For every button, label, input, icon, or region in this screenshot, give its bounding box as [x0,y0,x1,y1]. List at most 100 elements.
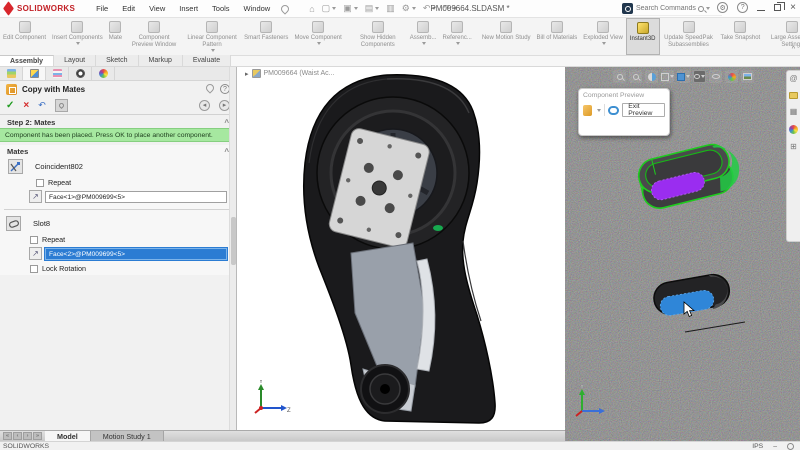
ok-button[interactable]: ✓ [6,100,14,111]
face-pick-icon[interactable]: ↗ [29,247,42,260]
move-with-triad-icon[interactable] [583,104,593,116]
face-pick-icon[interactable]: ↗ [29,190,42,203]
tab-markup[interactable]: Markup [138,55,183,66]
tab-configuration-manager[interactable] [46,67,69,80]
ribbon-reference-geometry[interactable]: Referenc... [439,18,474,55]
shaded-view-icon[interactable] [677,70,690,83]
tab-property-manager[interactable] [23,67,46,80]
tab-sketch[interactable]: Sketch [96,55,139,66]
preview-slot-component[interactable] [623,141,753,226]
undo-button[interactable]: ↶ [38,100,46,111]
minimize-button[interactable] [757,10,766,11]
edit-appearance-icon[interactable] [725,70,738,83]
scrollbar-thumb[interactable] [231,217,236,265]
tab-assembly[interactable]: Assembly [0,55,55,66]
ribbon-component-preview-window[interactable]: Component Preview Window [125,18,183,55]
new-document-icon[interactable]: ▢ [320,3,339,14]
ribbon-smart-fasteners[interactable]: Smart Fasteners [241,18,291,55]
mate-item-slot[interactable]: Slot8 [0,214,236,233]
exit-preview-button[interactable]: Exit Preview [622,103,665,117]
cad-model[interactable] [267,71,565,427]
slot-preview-icon[interactable] [607,105,620,115]
last-tab-icon[interactable]: » [33,432,42,440]
chevron-down-icon[interactable] [597,108,602,112]
file-explorer-icon[interactable]: ▦ [790,108,798,116]
next-tab-icon[interactable]: › [23,432,32,440]
menu-view[interactable]: View [142,2,172,15]
ribbon-assembly-features[interactable]: Assemb... [407,18,440,55]
face-selection-field-selected[interactable]: Face<2>@PM009699<5> [44,246,228,261]
tab-motion-study-1[interactable]: Motion Study 1 [90,431,164,441]
ribbon-instant3d[interactable]: Instant3D [625,18,660,55]
first-tab-icon[interactable]: « [3,432,12,440]
ribbon-linear-component-pattern[interactable]: Linear Component Pattern [183,18,241,55]
keep-visible-pin-icon[interactable] [204,82,216,94]
menu-insert[interactable]: Insert [172,2,205,15]
expand-icon[interactable]: ▸ [245,70,249,78]
property-manager-icon [29,69,39,78]
step-section-header[interactable]: Step 2: Mates ^ [0,116,236,128]
menu-tools[interactable]: Tools [205,2,237,15]
view-orientation-icon[interactable] [661,70,674,83]
mate-name: Slot8 [33,219,51,228]
menu-pin-icon[interactable] [279,2,291,15]
custom-properties-icon[interactable]: ⊞ [790,143,797,151]
apply-scene-icon[interactable] [741,70,754,83]
section-view-icon[interactable] [645,70,658,83]
menu-file[interactable]: File [89,2,115,15]
restore-button[interactable] [774,2,786,11]
resources-icon[interactable]: @ [789,75,797,83]
menu-window[interactable]: Window [237,2,278,15]
help-icon[interactable]: ? [737,2,749,13]
display-style-icon[interactable] [693,70,706,83]
home-icon[interactable]: ⌂ [307,4,316,14]
units-indicator[interactable]: IPS [752,443,763,450]
component-preview-viewport[interactable]: Component Preview Exit Preview Y @ ▦ ⊞ [565,67,800,441]
ribbon-move-component[interactable]: Move Component [291,18,344,55]
design-library-icon[interactable] [789,92,798,99]
repeat-checkbox[interactable] [36,178,44,187]
chevron-down-icon[interactable] [706,7,710,10]
ribbon-mate[interactable]: Mate [106,18,125,55]
ribbon-show-hidden-components[interactable]: Show Hidden Components [349,18,407,55]
face-selection-row: ↗ Face<1>@PM009699<5> [0,189,236,205]
ribbon-insert-components[interactable]: Insert Components [49,18,106,55]
ribbon-exploded-view[interactable]: Exploded View [580,18,626,55]
panel-scrollbar[interactable] [229,67,236,430]
tab-evaluate[interactable]: Evaluate [182,55,232,66]
ribbon-take-snapshot[interactable]: Take Snapshot [718,18,764,55]
zoom-area-icon[interactable] [629,70,642,83]
main-viewport[interactable]: ▸ PM009664 (Waist Ac... Y Z [237,67,565,430]
ribbon-bill-of-materials[interactable]: Bill of Materials [534,18,581,55]
ribbon-update-speedpak[interactable]: Update SpeedPak Subassemblies [660,18,718,55]
tab-feature-tree[interactable] [0,67,23,80]
ribbon-collapse-icon[interactable]: ^ [792,46,795,53]
close-button[interactable]: × [790,2,796,13]
tab-layout[interactable]: Layout [54,55,97,66]
search-input[interactable] [636,5,698,12]
hide-show-items-icon[interactable] [709,70,722,83]
linear-pattern-icon [206,21,219,33]
mates-section-header[interactable]: Mates ^ [0,145,236,157]
open-icon[interactable]: ▣ [341,3,360,14]
tab-dimxpert-manager[interactable] [69,67,92,80]
previous-mate-button[interactable]: ◂ [199,99,210,111]
ribbon-edit-component[interactable]: Edit Component [0,18,49,55]
appearances-icon[interactable] [789,125,798,134]
prev-tab-icon[interactable]: ‹ [13,432,22,440]
options-icon[interactable]: ⚙ [717,2,729,13]
repeat-checkbox[interactable] [30,235,38,244]
lock-rotation-checkbox[interactable] [30,264,38,273]
cancel-button[interactable]: × [23,100,29,111]
zoom-fit-icon[interactable] [613,70,626,83]
pin-toggle-button[interactable] [54,98,68,112]
save-icon[interactable]: ▤ [363,3,382,14]
face-selection-field[interactable]: Face<1>@PM009699<5> [45,190,227,203]
search-icon[interactable] [698,5,704,12]
tab-model[interactable]: Model [45,431,91,441]
mate-item-coincident[interactable]: Coincident802 [0,157,236,176]
ribbon-new-motion-study[interactable]: New Motion Study [479,18,534,55]
chevron-down-icon [353,7,358,10]
menu-edit[interactable]: Edit [115,2,142,15]
tab-display-manager[interactable] [92,67,115,80]
